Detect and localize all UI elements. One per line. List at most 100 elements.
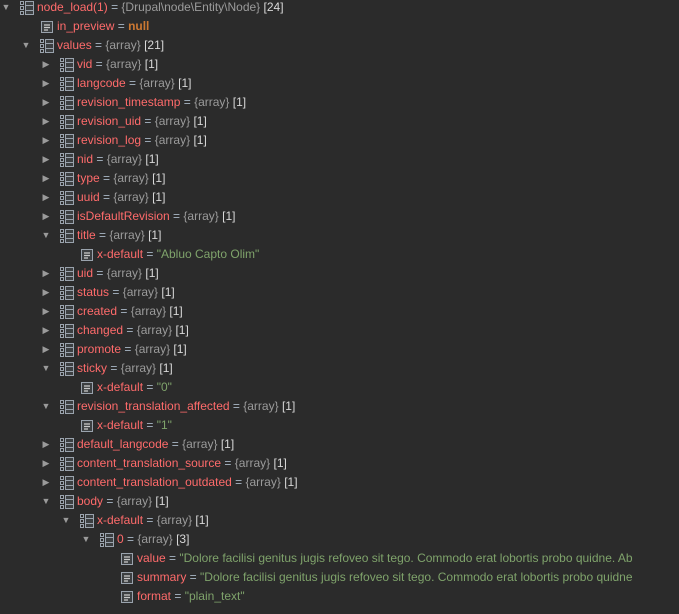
tree-row[interactable]: ▼ title = {array} [1] — [0, 226, 679, 245]
tree-row[interactable]: ▶ isDefaultRevision = {array} [1] — [0, 207, 679, 226]
tree-row[interactable]: ▶ uuid = {array} [1] — [0, 188, 679, 207]
collapse-toggle-icon[interactable]: ▼ — [80, 530, 92, 549]
tree-row-label: x-default = {array} [1] — [97, 511, 209, 530]
variable-name: x-default — [97, 247, 144, 261]
collapse-toggle-icon[interactable]: ▼ — [40, 397, 52, 416]
tree-row[interactable]: x-default = "1" — [0, 416, 679, 435]
expand-toggle-icon[interactable]: ▶ — [40, 283, 52, 302]
expand-toggle-icon[interactable]: ▶ — [40, 169, 52, 188]
variable-type: {array} — [194, 95, 230, 109]
expand-toggle-icon[interactable]: ▶ — [40, 112, 52, 131]
collapse-toggle-icon[interactable]: ▼ — [40, 359, 52, 378]
field-icon — [120, 552, 134, 566]
field-icon — [120, 571, 134, 585]
equals-sign: = — [93, 152, 107, 166]
collapse-toggle-icon[interactable]: ▼ — [0, 0, 12, 17]
tree-row[interactable]: ▼ sticky = {array} [1] — [0, 359, 679, 378]
tree-row[interactable]: x-default = "0" — [0, 378, 679, 397]
expand-toggle-icon[interactable]: ▶ — [40, 302, 52, 321]
variable-name: isDefaultRevision — [77, 209, 170, 223]
tree-row[interactable]: ▶ promote = {array} [1] — [0, 340, 679, 359]
collapse-toggle-icon[interactable]: ▼ — [40, 492, 52, 511]
tree-row[interactable]: ▶ type = {array} [1] — [0, 169, 679, 188]
array-icon — [60, 495, 74, 509]
equals-sign: = — [186, 570, 201, 584]
equals-sign: = — [107, 0, 122, 14]
element-count: [1] — [273, 456, 287, 470]
variable-name: content_translation_source — [77, 456, 222, 470]
array-icon — [60, 58, 74, 72]
tree-row[interactable]: ▶ changed = {array} [1] — [0, 321, 679, 340]
array-icon — [60, 267, 74, 281]
expand-toggle-icon[interactable]: ▶ — [40, 264, 52, 283]
variable-type: {array} — [139, 76, 175, 90]
element-count: [1] — [178, 76, 192, 90]
expand-toggle-icon[interactable]: ▶ — [40, 473, 52, 492]
field-icon — [80, 248, 94, 262]
variable-name: vid — [77, 57, 93, 71]
expand-toggle-icon[interactable]: ▶ — [40, 74, 52, 93]
variable-name: 0 — [117, 532, 124, 546]
collapse-toggle-icon[interactable]: ▼ — [20, 36, 32, 55]
equals-sign: = — [231, 475, 246, 489]
expand-toggle-icon[interactable]: ▶ — [40, 321, 52, 340]
expand-toggle-icon[interactable]: ▶ — [40, 150, 52, 169]
element-count: [1] — [161, 285, 175, 299]
element-count: [1] — [173, 342, 187, 356]
expand-toggle-icon[interactable]: ▶ — [40, 188, 52, 207]
expand-toggle-icon[interactable]: ▶ — [40, 435, 52, 454]
tree-row[interactable]: ▼ 0 = {array} [3] — [0, 530, 679, 549]
collapse-toggle-icon[interactable]: ▼ — [60, 511, 72, 530]
tree-row[interactable]: ▼ node_load(1) = {Drupal\node\Entity\Node… — [0, 0, 679, 17]
array-icon — [60, 229, 74, 243]
equals-sign: = — [143, 418, 157, 432]
expand-toggle-icon[interactable]: ▶ — [40, 207, 52, 226]
tree-row[interactable]: summary = "Dolore facilisi genitus jugis… — [0, 568, 679, 587]
expand-toggle-icon[interactable]: ▶ — [40, 340, 52, 359]
string-value: "0" — [156, 380, 172, 394]
tree-row[interactable]: ▶ created = {array} [1] — [0, 302, 679, 321]
tree-row[interactable]: ▼ values = {array} [21] — [0, 36, 679, 55]
tree-row[interactable]: ▶ langcode = {array} [1] — [0, 74, 679, 93]
equals-sign: = — [143, 380, 157, 394]
tree-row[interactable]: ▼ body = {array} [1] — [0, 492, 679, 511]
tree-row-label: promote = {array} [1] — [77, 340, 187, 359]
tree-row[interactable]: ▶ content_translation_source = {array} [1… — [0, 454, 679, 473]
tree-row[interactable]: value = "Dolore facilisi genitus jugis r… — [0, 549, 679, 568]
tree-row[interactable]: in_preview = null — [0, 17, 679, 36]
array-icon — [60, 191, 74, 205]
tree-row[interactable]: ▼ revision_translation_affected = {array}… — [0, 397, 679, 416]
expand-toggle-icon[interactable]: ▶ — [40, 454, 52, 473]
variable-name: changed — [77, 323, 124, 337]
tree-row[interactable]: ▶ revision_uid = {array} [1] — [0, 112, 679, 131]
expand-toggle-icon[interactable]: ▶ — [40, 55, 52, 74]
equals-sign: = — [141, 114, 155, 128]
tree-row[interactable]: ▶ nid = {array} [1] — [0, 150, 679, 169]
array-icon — [60, 305, 74, 319]
tree-row[interactable]: ▶ revision_timestamp = {array} [1] — [0, 93, 679, 112]
tree-row[interactable]: ▶ content_translation_outdated = {array} … — [0, 473, 679, 492]
collapse-toggle-icon[interactable]: ▼ — [40, 226, 52, 245]
expand-toggle-icon[interactable]: ▶ — [40, 131, 52, 150]
tree-row[interactable]: ▼ x-default = {array} [1] — [0, 511, 679, 530]
tree-row[interactable]: ▶ default_langcode = {array} [1] — [0, 435, 679, 454]
array-icon — [60, 324, 74, 338]
tree-row[interactable]: format = "plain_text" — [0, 587, 679, 606]
variable-name: x-default — [97, 380, 144, 394]
tree-row[interactable]: x-default = "Abluo Capto Olim" — [0, 245, 679, 264]
tree-row[interactable]: ▶ revision_log = {array} [1] — [0, 131, 679, 150]
tree-row-label: created = {array} [1] — [77, 302, 183, 321]
expand-toggle-icon[interactable]: ▶ — [40, 93, 52, 112]
variable-name: uuid — [77, 190, 100, 204]
tree-row-label: body = {array} [1] — [77, 492, 169, 511]
variable-type: {array} — [156, 513, 193, 527]
tree-row[interactable]: ▶ vid = {array} [1] — [0, 55, 679, 74]
variable-name: node_load(1) — [37, 0, 108, 14]
variable-type: {array} — [154, 133, 191, 147]
array-icon — [60, 96, 74, 110]
tree-row[interactable]: ▶ uid = {array} [1] — [0, 264, 679, 283]
tree-row[interactable]: ▶ status = {array} [1] — [0, 283, 679, 302]
array-icon — [80, 514, 94, 528]
element-count: [1] — [169, 304, 183, 318]
variable-name: in_preview — [57, 19, 115, 33]
